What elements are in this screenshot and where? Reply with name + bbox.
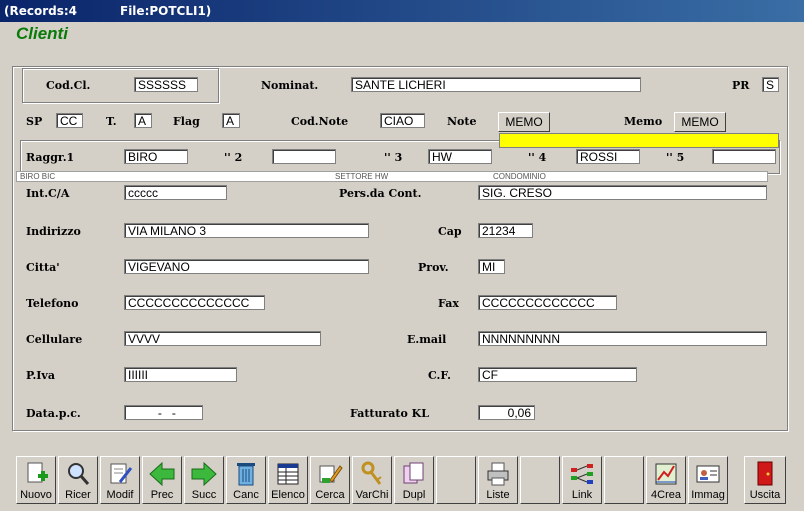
- int-ca-field[interactable]: ccccc: [124, 185, 227, 200]
- indirizzo-field[interactable]: VIA MILANO 3: [124, 223, 369, 238]
- arrow-right-icon: [191, 461, 217, 487]
- cap-label: Cap: [438, 225, 462, 238]
- toolbar-button-empty-2[interactable]: [520, 456, 560, 504]
- toolbar-button-immag[interactable]: Immag: [688, 456, 728, 504]
- flag-label: Flag: [173, 115, 200, 128]
- records-count: (Records:4: [4, 4, 78, 18]
- pers-cont-field[interactable]: SIG. CRESO: [478, 185, 767, 200]
- toolbar-button-modif[interactable]: Modif: [100, 456, 140, 504]
- memo-highlight-bar: [499, 133, 779, 148]
- toolbar-button-canc[interactable]: Canc: [226, 456, 266, 504]
- keys-icon: [361, 461, 382, 485]
- pr-field[interactable]: S: [762, 77, 779, 92]
- list-icon: [277, 463, 299, 485]
- title-bar: (Records:4 File:POTCLI1): [0, 0, 804, 22]
- toolbar-button-cerca[interactable]: Cerca: [310, 456, 350, 504]
- toolbar-button-dupl[interactable]: Dupl: [394, 456, 434, 504]
- arrow-left-icon: [149, 461, 175, 487]
- toolbar-button-nuovo[interactable]: Nuovo: [16, 456, 56, 504]
- raggr5-label: '' 5: [666, 151, 685, 164]
- find-icon: [319, 465, 343, 483]
- cap-field[interactable]: 21234: [478, 223, 533, 238]
- page-title: Clienti: [16, 24, 68, 43]
- toolbar-button-liste[interactable]: Liste: [478, 456, 518, 504]
- telefono-label: Telefono: [26, 297, 79, 310]
- toolbar-button-prec[interactable]: Prec: [142, 456, 182, 504]
- raggr5-field[interactable]: [712, 149, 776, 164]
- printer-icon: [487, 462, 509, 486]
- duplicate-icon: [403, 462, 424, 484]
- create-icon: [655, 463, 677, 485]
- email-label: E.mail: [407, 333, 447, 346]
- indirizzo-label: Indirizzo: [26, 225, 81, 238]
- flag-field[interactable]: A: [222, 113, 240, 128]
- piva-label: P.Iva: [26, 369, 55, 382]
- toolbar-button-uscita[interactable]: Uscita: [744, 456, 786, 504]
- t-field[interactable]: A: [134, 113, 152, 128]
- raggr2-label: '' 2: [224, 151, 243, 164]
- toolbar-button-4crea[interactable]: 4Crea: [646, 456, 686, 504]
- edit-icon: [110, 463, 133, 484]
- raggr4-field[interactable]: ROSSI: [576, 149, 640, 164]
- cod-cl-label: Cod.Cl.: [46, 79, 91, 92]
- raggr3-field[interactable]: HW: [428, 149, 492, 164]
- raggr-desc-2: SETTORE HW: [335, 172, 389, 181]
- t-label: T.: [106, 115, 117, 128]
- note-label: Note: [447, 115, 477, 128]
- memo-button[interactable]: MEMO: [674, 112, 726, 132]
- cf-field[interactable]: CF: [478, 367, 637, 382]
- int-ca-label: Int.C/A: [26, 187, 70, 200]
- fax-field[interactable]: CCCCCCCCCCCCC: [478, 295, 617, 310]
- cod-cl-field[interactable]: SSSSSS: [134, 77, 198, 92]
- toolbar-button-varchi[interactable]: VarChi: [352, 456, 392, 504]
- toolbar-button-elenco[interactable]: Elenco: [268, 456, 308, 504]
- cellulare-label: Cellulare: [26, 333, 83, 346]
- sp-field[interactable]: CC: [56, 113, 83, 128]
- bottom-toolbar: Nuovo Ricer Modif Prec Succ Canc Elenco …: [12, 456, 798, 506]
- cod-note-label: Cod.Note: [291, 115, 349, 128]
- cellulare-field[interactable]: VVVV: [124, 331, 321, 346]
- pers-cont-label: Pers.da Cont.: [339, 187, 422, 200]
- nominat-label: Nominat.: [261, 79, 319, 92]
- data-pc-label: Data.p.c.: [26, 407, 81, 420]
- toolbar-button-empty-3[interactable]: [604, 456, 644, 504]
- cod-note-field[interactable]: CIAO: [380, 113, 425, 128]
- raggr1-label: Raggr.1: [26, 151, 75, 164]
- pr-label: PR: [732, 79, 750, 92]
- toolbar-button-succ[interactable]: Succ: [184, 456, 224, 504]
- raggr-desc-1: BIRO BIC: [20, 172, 56, 181]
- link-icon: [571, 464, 593, 484]
- prov-field[interactable]: MI: [478, 259, 505, 274]
- raggr1-field[interactable]: BIRO: [124, 149, 188, 164]
- file-name: File:POTCLI1): [120, 4, 212, 18]
- sp-label: SP: [26, 115, 43, 128]
- new-document-icon: [27, 462, 48, 483]
- email-field[interactable]: NNNNNNNNN: [478, 331, 767, 346]
- exit-door-icon: [757, 461, 773, 486]
- raggr3-label: '' 3: [384, 151, 403, 164]
- raggr-desc-3: CONDOMINIO: [493, 172, 546, 181]
- fatturato-label: Fatturato KL: [350, 407, 429, 420]
- fatturato-field[interactable]: 0,06: [478, 405, 535, 420]
- cf-label: C.F.: [428, 369, 451, 382]
- telefono-field[interactable]: CCCCCCCCCCCCCC: [124, 295, 265, 310]
- data-pc-field[interactable]: - -: [124, 405, 203, 420]
- search-icon: [68, 463, 90, 485]
- toolbar-button-empty-1[interactable]: [436, 456, 476, 504]
- piva-field[interactable]: IIIIII: [124, 367, 237, 382]
- citta-field[interactable]: VIGEVANO: [124, 259, 369, 274]
- raggr2-field[interactable]: [272, 149, 336, 164]
- citta-label: Citta': [26, 261, 60, 274]
- toolbar-button-link[interactable]: Link: [562, 456, 602, 504]
- trash-icon: [237, 463, 255, 486]
- note-memo-button[interactable]: MEMO: [498, 112, 550, 132]
- memo-label: Memo: [624, 115, 663, 128]
- nominat-field[interactable]: SANTE LICHERI: [351, 77, 641, 92]
- image-icon: [696, 465, 720, 483]
- fax-label: Fax: [438, 297, 459, 310]
- prov-label: Prov.: [418, 261, 449, 274]
- raggr4-label: '' 4: [528, 151, 547, 164]
- raggr-description-strip: BIRO BIC SETTORE HW CONDOMINIO: [16, 171, 768, 182]
- toolbar-button-ricer[interactable]: Ricer: [58, 456, 98, 504]
